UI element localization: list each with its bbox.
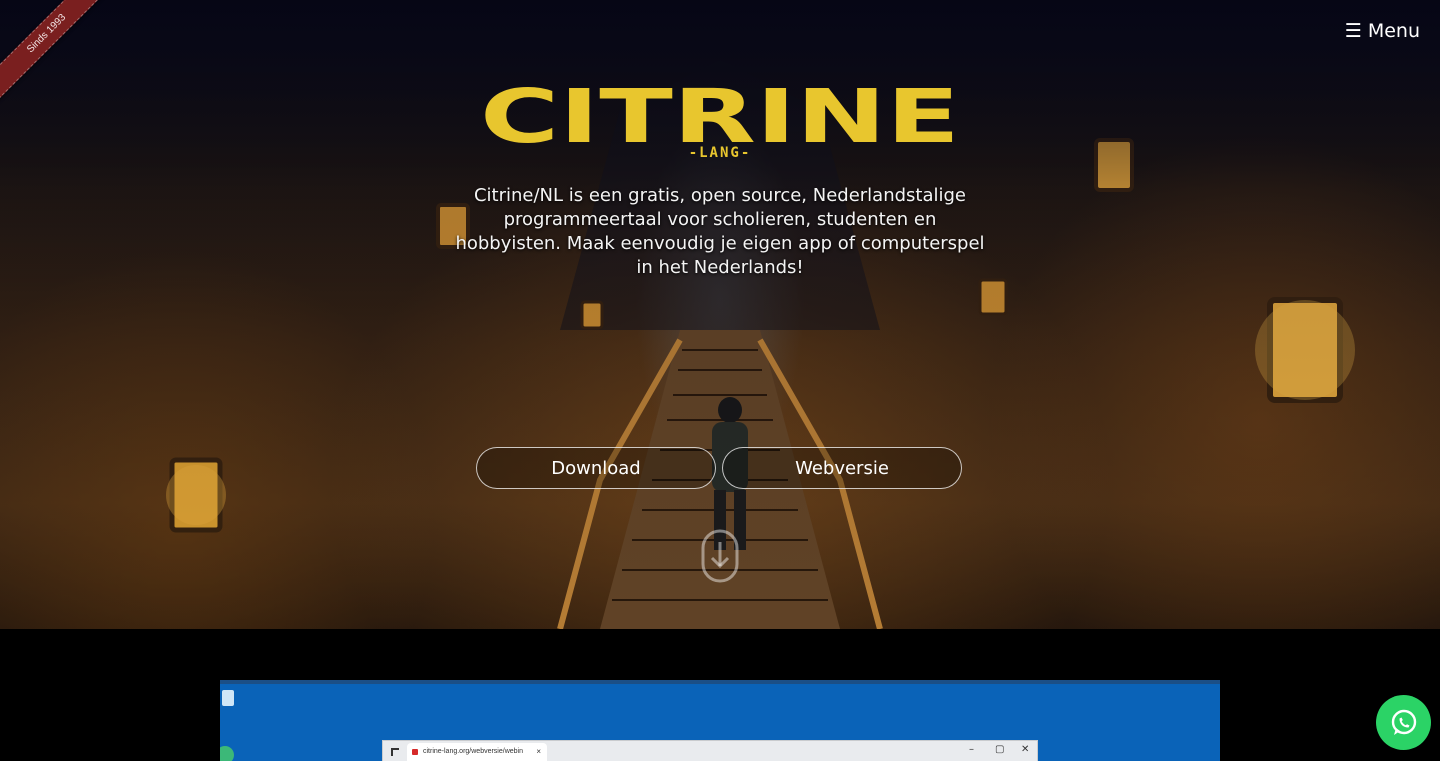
favicon-icon [412,749,418,755]
logo-subtitle: -LANG- [689,145,752,160]
whatsapp-button[interactable] [1376,695,1431,750]
video-top-bar [220,680,1220,684]
download-button[interactable]: Download [476,447,716,489]
minimize-icon: – [969,744,974,755]
recycle-bin-icon [222,690,234,706]
demo-video[interactable]: citrine-lang.org/webversie/webin × – ▢ ✕ [220,680,1220,761]
citrine-logo[interactable]: CITRINE -LANG- [478,80,962,160]
scroll-down-icon[interactable] [700,528,740,584]
tab-close-icon: × [536,747,541,756]
hero-tagline: Citrine/NL is een gratis, open source, N… [455,185,985,278]
desktop-app-icon [220,746,234,761]
whatsapp-icon [1391,709,1416,735]
hero-section: Sinds 1993 ☰ Menu CITRINE -LANG- Citrine… [0,0,1440,629]
browser-tab-title: citrine-lang.org/webversie/webin [423,748,523,755]
browser-tab: citrine-lang.org/webversie/webin × [407,743,547,761]
close-icon: ✕ [1021,744,1030,755]
browser-window: citrine-lang.org/webversie/webin × – ▢ ✕ [382,740,1038,761]
menu-button[interactable]: ☰ Menu [1345,20,1420,42]
webversie-button[interactable]: Webversie [722,447,962,489]
maximize-icon: ▢ [995,744,1005,755]
browser-back-icon [391,748,399,756]
